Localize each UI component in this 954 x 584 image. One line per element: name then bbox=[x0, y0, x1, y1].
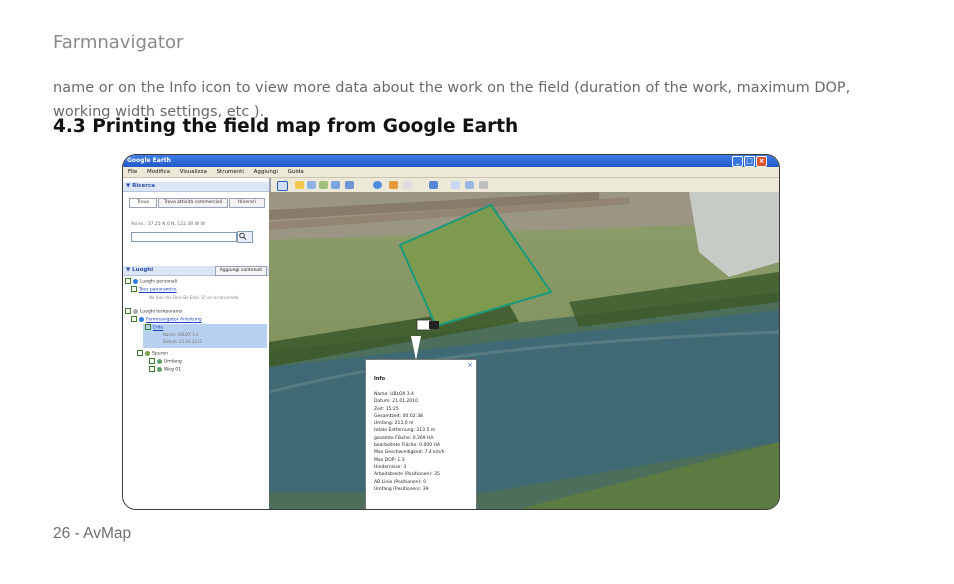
sun-icon[interactable] bbox=[403, 181, 412, 189]
section-heading: 4.3 Printing the field map from Google E… bbox=[53, 116, 519, 137]
search-hint: Ad es.: 37.25 N 0 N, 122.38 W W bbox=[131, 222, 205, 227]
folder-icon bbox=[133, 308, 138, 314]
header-title: Farmnavigator bbox=[53, 32, 184, 53]
sidebar: ▼ Ricerca Trova Trova attività commercia… bbox=[123, 178, 271, 509]
map-toolbar bbox=[269, 178, 779, 193]
info-line: bearbeitete Fläche: 0.000 HA bbox=[374, 443, 441, 449]
tree-item-tour[interactable]: Tour panoramico bbox=[131, 286, 177, 294]
info-popup: × Info Name: UBLOX 3.4 Datum: 21.01.2010… bbox=[365, 359, 477, 509]
info-line: Gesamtzeit: 00:02:38 bbox=[374, 413, 423, 419]
tab-itinerari[interactable]: Itinerari bbox=[229, 198, 265, 208]
menu-aggiungi[interactable]: Aggiungi bbox=[254, 169, 278, 175]
window-titlebar: Google Earth _ □ × bbox=[123, 155, 779, 167]
window-title: Google Earth bbox=[127, 157, 171, 164]
path-icon[interactable] bbox=[319, 181, 328, 189]
info-line: Max Geschwindigkeit: 7.4 km/h bbox=[374, 450, 445, 456]
map-view[interactable]: × Info Name: UBLOX 3.4 Datum: 21.01.2010… bbox=[269, 192, 779, 509]
google-earth-screenshot: Google Earth _ □ × File Modifica Visuali… bbox=[122, 154, 780, 510]
search-button[interactable] bbox=[237, 231, 253, 243]
search-panel-header[interactable]: ▼ Ricerca bbox=[123, 182, 269, 192]
tree-item-spuren[interactable]: Spuren bbox=[137, 350, 168, 358]
info-line: totale Entfernung: 213.5 m bbox=[374, 428, 436, 434]
info-line: Hindernisse: 3 bbox=[374, 464, 407, 470]
menu-strumenti[interactable]: Strumenti bbox=[217, 169, 244, 175]
satellite-imagery bbox=[269, 192, 779, 509]
print-icon[interactable] bbox=[451, 181, 460, 189]
info-line: gesamte Fläche: 0.269 HA bbox=[374, 435, 434, 441]
menu-bar: File Modifica Visualizza Strumenti Aggiu… bbox=[123, 167, 779, 178]
page-footer: 26 - AvMap bbox=[53, 525, 132, 542]
earth-icon[interactable] bbox=[479, 181, 488, 189]
tab-trova[interactable]: Trova bbox=[129, 198, 157, 208]
search-icon bbox=[239, 232, 247, 240]
add-content-button[interactable]: Aggiungi contenuti bbox=[215, 266, 267, 276]
view-in-maps-icon[interactable] bbox=[465, 181, 474, 189]
info-line: Datum: 21.01.2010 bbox=[374, 399, 418, 405]
placemark-icon[interactable] bbox=[295, 181, 304, 189]
info-line: Umfang (Positionen): 39 bbox=[374, 486, 429, 492]
info-line: Arbeitsbreite (Positionen): 35 bbox=[374, 472, 440, 478]
sidebar-toggle-icon[interactable] bbox=[277, 181, 288, 191]
record-tour-icon[interactable] bbox=[345, 181, 354, 189]
menu-visualizza[interactable]: Visualizza bbox=[180, 169, 207, 175]
ruler-icon[interactable] bbox=[389, 181, 398, 189]
tree-item-luoghi-personali[interactable]: Luoghi personali bbox=[125, 278, 177, 286]
menu-modifica[interactable]: Modifica bbox=[147, 169, 170, 175]
tree-item-farmnavigator[interactable]: Farmnavigator Anleitung bbox=[131, 316, 202, 324]
path-icon bbox=[157, 366, 162, 372]
path-icon bbox=[157, 358, 162, 364]
folder-icon bbox=[145, 350, 150, 356]
info-line: Name: UBLOX 3.4 bbox=[374, 392, 414, 397]
tree-item-luoghi-temporanei[interactable]: Luoghi temporanei bbox=[125, 308, 182, 316]
globe-icon bbox=[139, 316, 144, 322]
menu-file[interactable]: File bbox=[128, 169, 137, 175]
minimize-icon[interactable]: _ bbox=[732, 156, 743, 167]
info-heading: Info bbox=[374, 376, 386, 382]
info-line: Umfang: 213.0 m bbox=[374, 421, 414, 427]
info-line: AB Linie (Positionen): 0 bbox=[374, 479, 427, 485]
menu-guida[interactable]: Guida bbox=[288, 169, 304, 175]
email-icon[interactable] bbox=[429, 181, 438, 189]
overlay-icon[interactable] bbox=[331, 181, 340, 189]
tree-item-description: Ne fuoi che Devi Bo Edici 'D' sin arranc… bbox=[149, 295, 239, 300]
info-line: Max DOP: 1.3 bbox=[374, 457, 405, 463]
tree-item-weg[interactable]: Weg 01 bbox=[149, 366, 181, 374]
close-icon[interactable]: × bbox=[467, 362, 473, 369]
tree-item-erde[interactable]: Erde bbox=[145, 324, 163, 332]
tree-item-datum: Datum: 21.01.2012 bbox=[163, 339, 203, 344]
maximize-icon[interactable]: □ bbox=[744, 156, 755, 167]
tree-item-umfang[interactable]: Umfang bbox=[149, 358, 182, 366]
search-input[interactable] bbox=[131, 232, 237, 242]
info-lines: Name: UBLOX 3.4 Datum: 21.01.2010 Zeit: … bbox=[374, 391, 445, 493]
info-line: Zeit: 15:25 bbox=[374, 406, 399, 412]
close-icon[interactable]: × bbox=[756, 156, 767, 167]
polygon-icon[interactable] bbox=[307, 181, 316, 189]
tab-trova-attivita[interactable]: Trova attività commerciali bbox=[158, 198, 228, 208]
sky-icon[interactable] bbox=[373, 181, 382, 189]
folder-icon bbox=[133, 278, 138, 284]
